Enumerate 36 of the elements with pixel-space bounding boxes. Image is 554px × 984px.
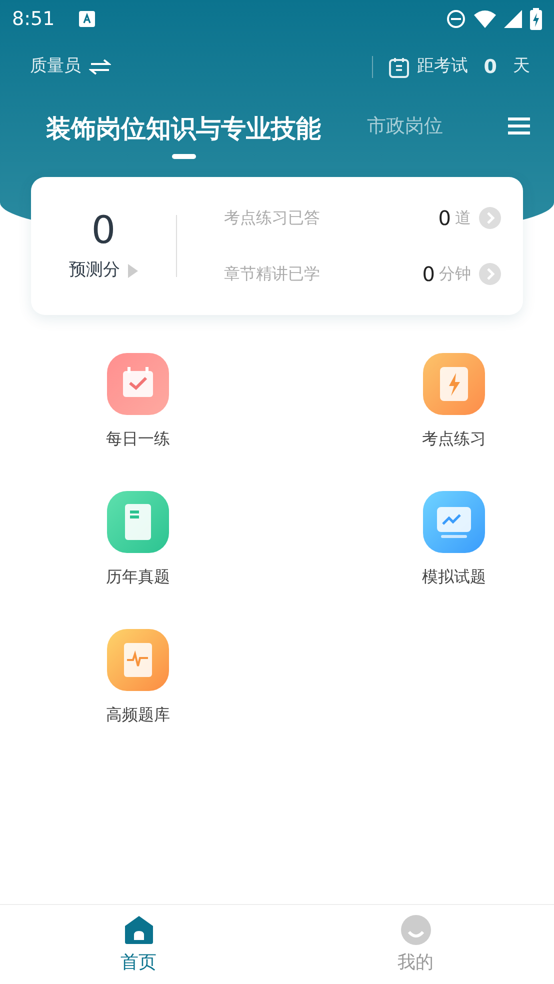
signal-icon	[504, 10, 522, 28]
stat-unit: 分钟	[439, 263, 471, 285]
predicted-score-link[interactable]: 预测分	[69, 258, 138, 284]
category-tab[interactable]: 装饰岗位知识与专业技能	[46, 94, 321, 158]
feature-item[interactable]: 每日一练	[98, 353, 178, 451]
swap-icon[interactable]	[89, 59, 111, 75]
smiley-icon	[400, 915, 430, 945]
calendar-check-icon	[107, 353, 169, 415]
stat-label: 章节精讲已学	[224, 263, 320, 285]
lightning-icon	[423, 353, 485, 415]
battery-icon	[530, 8, 542, 30]
home-icon	[124, 915, 154, 945]
scroll-pulse-icon	[107, 629, 169, 691]
exam-days-value: 0	[484, 54, 497, 80]
wifi-icon	[474, 10, 496, 28]
feature-item[interactable]: 历年真题	[98, 491, 178, 589]
stat-label: 考点练习已答	[224, 207, 320, 229]
feature-item[interactable]: 模拟试题	[414, 491, 494, 589]
calendar-icon	[388, 56, 409, 78]
role-label[interactable]: 质量员	[30, 54, 81, 80]
exam-countdown-label: 距考试	[416, 55, 468, 78]
nav-tab[interactable]: 首页	[0, 905, 277, 984]
menu-icon[interactable]	[508, 117, 530, 135]
feature-item[interactable]: 高频题库	[98, 629, 178, 727]
stat-value: 0	[438, 205, 451, 232]
status-time: 8:51	[12, 6, 55, 32]
exam-days-unit: 天	[513, 55, 530, 78]
predicted-score: 0	[91, 208, 116, 254]
notification-icon	[78, 11, 95, 27]
do-not-disturb-icon	[446, 9, 466, 29]
document-icon	[107, 491, 169, 553]
caret-right-icon	[128, 264, 138, 278]
monitor-chart-icon	[423, 491, 485, 553]
stat-value: 0	[422, 261, 435, 288]
stat-unit: 道	[455, 207, 471, 229]
feature-item[interactable]: 考点练习	[414, 353, 494, 451]
